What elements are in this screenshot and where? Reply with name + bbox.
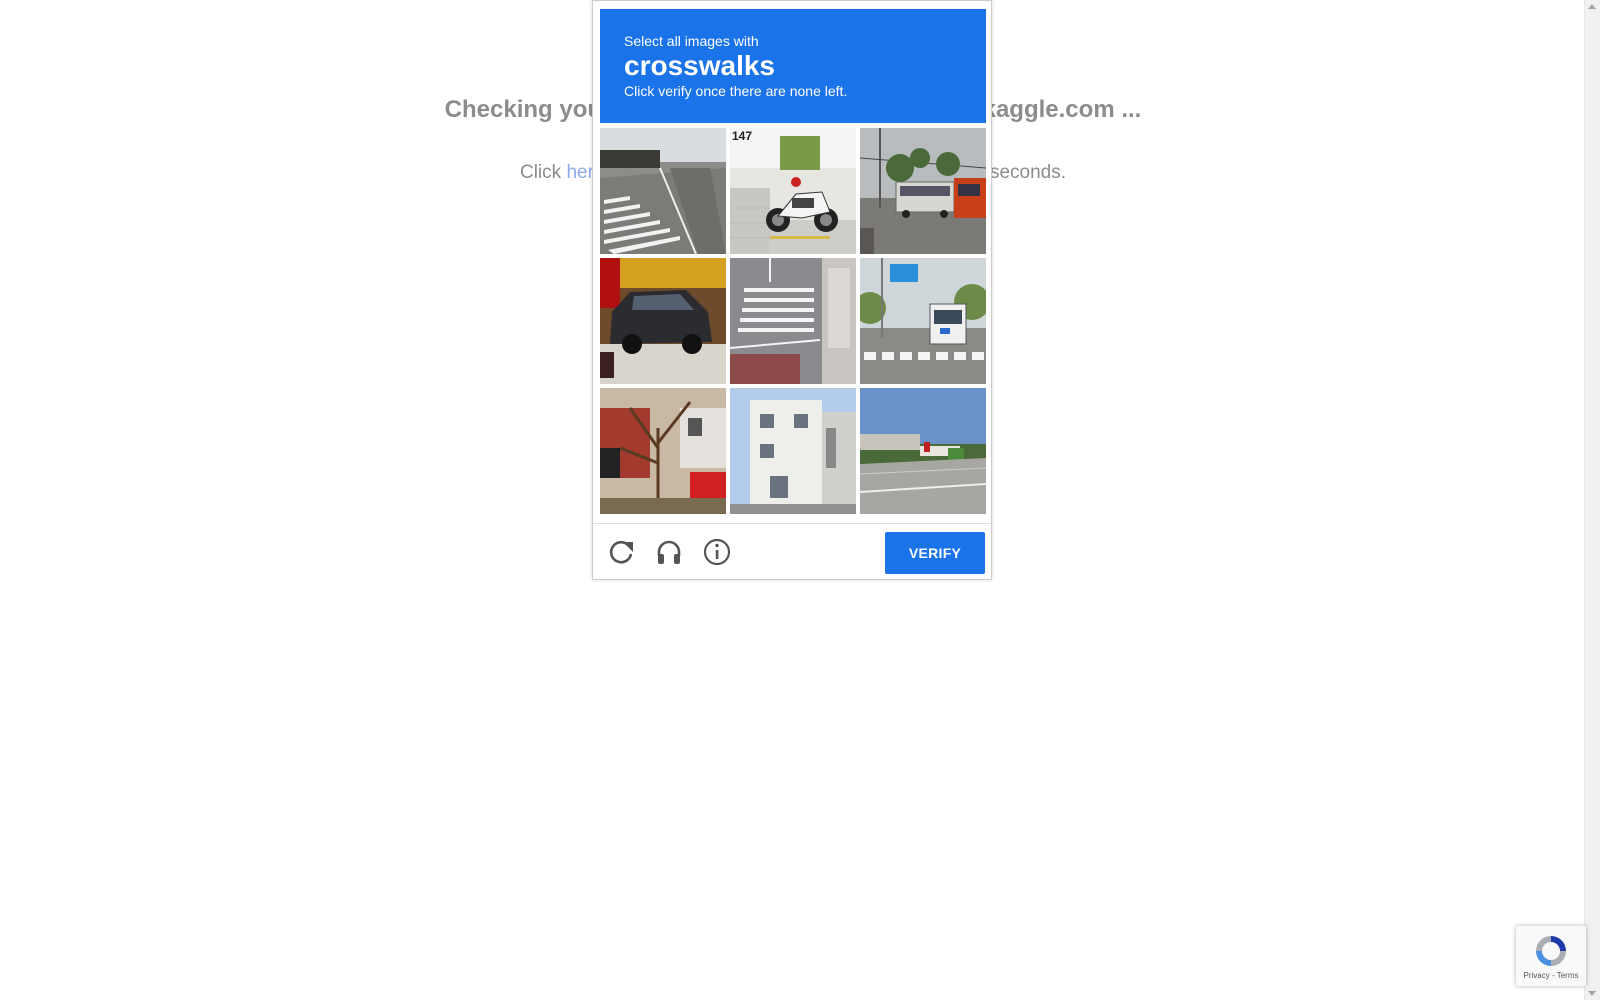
parked-car-image: [600, 258, 726, 384]
captcha-tile-9[interactable]: [860, 388, 986, 514]
terms-link[interactable]: Terms: [1557, 971, 1579, 980]
captcha-tile-5[interactable]: [730, 258, 856, 384]
reload-icon[interactable]: [603, 534, 639, 570]
vertical-scrollbar[interactable]: [1584, 0, 1600, 1000]
tile-number-label: 147: [732, 129, 752, 143]
highway-overpass-image: [860, 388, 986, 514]
street-buses-image: [860, 128, 986, 254]
captcha-dialog: Select all images with crosswalks Click …: [592, 0, 992, 580]
badge-links: Privacy - Terms: [1516, 971, 1586, 980]
badge-separator: -: [1549, 971, 1557, 980]
captcha-tile-6[interactable]: [860, 258, 986, 384]
captcha-instruction: Click verify once there are none left.: [624, 83, 848, 99]
captcha-footer: VERIFY: [593, 523, 991, 580]
captcha-target: crosswalks: [624, 50, 775, 81]
road-crosswalk-image: [600, 128, 726, 254]
captcha-tile-1[interactable]: [600, 128, 726, 254]
bus-crosswalk-image: [860, 258, 986, 384]
captcha-tile-4[interactable]: [600, 258, 726, 384]
scroll-up-arrow-icon[interactable]: [1588, 4, 1596, 9]
motorcycle-image: 147: [730, 128, 856, 254]
headphones-icon[interactable]: [651, 534, 687, 570]
redirect-prefix: Click: [519, 162, 567, 183]
tree-houses-image: [600, 388, 726, 514]
crosswalk-intersection-image: [730, 258, 856, 384]
captcha-header: Select all images with crosswalks Click …: [600, 9, 986, 123]
captcha-tile-8[interactable]: [730, 388, 856, 514]
recaptcha-logo-icon: [1536, 936, 1566, 966]
scroll-down-arrow-icon[interactable]: [1588, 991, 1596, 996]
captcha-tile-2[interactable]: 147: [730, 128, 856, 254]
info-icon[interactable]: [699, 534, 735, 570]
recaptcha-badge[interactable]: Privacy - Terms: [1516, 926, 1586, 986]
white-building-image: [730, 388, 856, 514]
captcha-image-grid: 147: [600, 128, 986, 514]
captcha-prompt: Select all images with: [624, 33, 759, 49]
captcha-tile-3[interactable]: [860, 128, 986, 254]
verify-button[interactable]: VERIFY: [885, 532, 985, 574]
captcha-tile-7[interactable]: [600, 388, 726, 514]
privacy-link[interactable]: Privacy: [1524, 971, 1550, 980]
